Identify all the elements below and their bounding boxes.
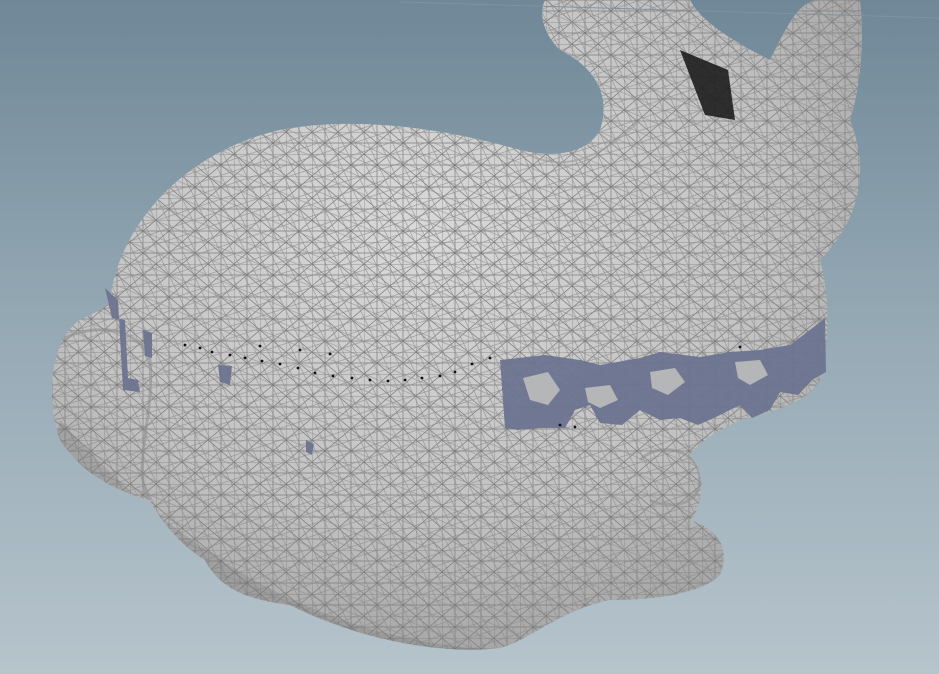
render-canvas[interactable] [0,0,939,674]
3d-viewport[interactable] [0,0,939,674]
bunny-mesh[interactable] [0,0,939,674]
